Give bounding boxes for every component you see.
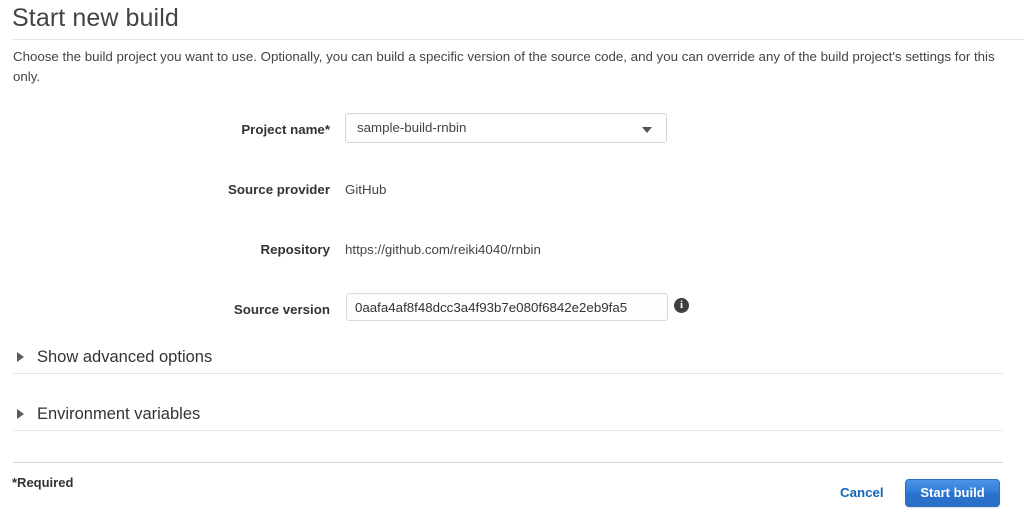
build-form: Project name* sample-build-rnbin Source … (0, 105, 1024, 345)
footer-divider (13, 462, 1003, 463)
environment-variables-toggle[interactable]: Environment variables (13, 401, 200, 427)
source-version-label: Source version (233, 302, 330, 317)
form-row-source-version: Source version i (0, 285, 1024, 345)
advanced-options-divider (13, 373, 1003, 374)
project-name-value: sample-build-rnbin (357, 120, 467, 135)
title-divider (13, 39, 1024, 40)
form-row-project-name: Project name* sample-build-rnbin (0, 105, 1024, 165)
start-build-button[interactable]: Start build (905, 479, 1000, 507)
required-note: *Required (12, 475, 74, 490)
source-provider-label: Source provider (228, 182, 330, 197)
info-icon[interactable]: i (674, 298, 689, 313)
page-description: Choose the build project you want to use… (13, 49, 995, 84)
project-name-select[interactable]: sample-build-rnbin (345, 113, 667, 143)
environment-variables-label: Environment variables (37, 404, 201, 423)
triangle-right-icon (17, 352, 24, 362)
advanced-options-toggle[interactable]: Show advanced options (13, 344, 212, 370)
section-advanced-options: Show advanced options (0, 340, 1024, 397)
triangle-right-icon (17, 409, 24, 419)
form-row-repository: Repository https://github.com/reiki4040/… (0, 225, 1024, 285)
repository-value: https://github.com/reiki4040/rnbin (345, 242, 541, 257)
cancel-button[interactable]: Cancel (840, 485, 884, 500)
repository-label: Repository (260, 242, 330, 257)
start-new-build-page: Start new build Choose the build project… (0, 0, 1024, 522)
form-row-source-provider: Source provider GitHub (0, 165, 1024, 225)
environment-variables-divider (13, 430, 1003, 431)
page-title: Start new build (12, 4, 179, 32)
project-name-label: Project name* (241, 122, 330, 137)
expandable-sections: Show advanced options Environment variab… (0, 340, 1024, 454)
advanced-options-label: Show advanced options (37, 347, 213, 366)
section-environment-variables: Environment variables (0, 397, 1024, 454)
source-version-input[interactable] (346, 293, 668, 321)
source-provider-value: GitHub (345, 182, 387, 197)
chevron-down-icon (642, 127, 652, 133)
